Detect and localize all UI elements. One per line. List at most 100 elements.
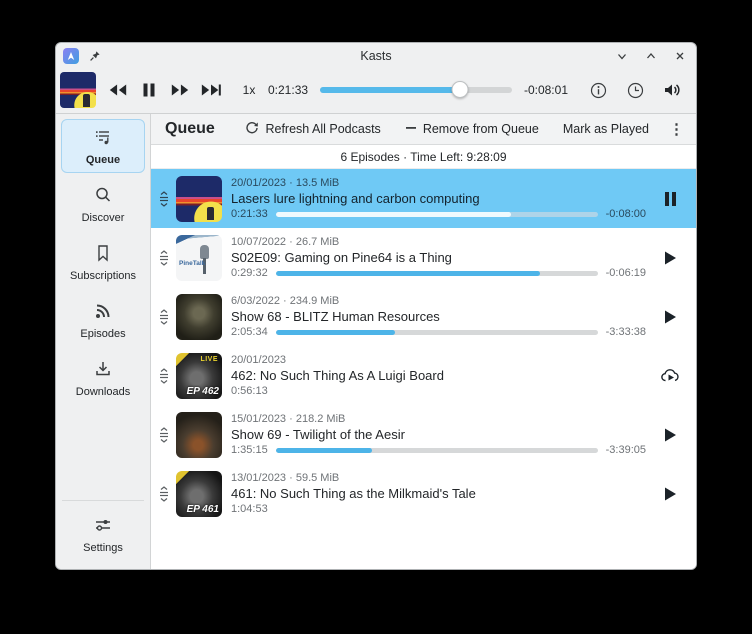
queue-page: Queue Refresh All Podcasts R — [151, 114, 696, 569]
sidebar-item-subscriptions[interactable]: Subscriptions — [61, 235, 145, 289]
episode-artwork — [176, 176, 222, 222]
play-episode-button[interactable] — [652, 427, 688, 443]
mark-as-played-button[interactable]: Mark as Played — [555, 119, 657, 139]
drag-handle-icon[interactable] — [156, 191, 172, 207]
sidebar-item-downloads[interactable]: Downloads — [61, 351, 145, 405]
page-title: Queue — [165, 120, 215, 138]
settings-icon — [93, 515, 113, 538]
pause-episode-button[interactable] — [652, 191, 688, 207]
episode-artwork: EP 461 — [176, 471, 222, 517]
episode-title: Lasers lure lightning and carbon computi… — [231, 191, 646, 206]
seek-backward-button[interactable] — [104, 76, 131, 104]
seek-forward-button[interactable] — [166, 76, 193, 104]
episode-row[interactable]: PineTalk 10/07/2022 · 26.7 MiB S02E09: G… — [151, 228, 696, 287]
skip-forward-button[interactable] — [197, 76, 224, 104]
episode-remaining: -0:06:19 — [606, 267, 646, 279]
drag-handle-icon[interactable] — [156, 250, 172, 266]
minus-icon — [405, 122, 417, 137]
volume-button[interactable] — [660, 78, 684, 102]
episode-row[interactable]: 15/01/2023 · 218.2 MiB Show 69 - Twiligh… — [151, 405, 696, 464]
app-icon — [63, 48, 79, 64]
sidebar-divider — [62, 500, 144, 501]
episode-title: S02E09: Gaming on Pine64 is a Thing — [231, 250, 646, 265]
rss-icon — [93, 301, 113, 324]
now-playing-artwork[interactable] — [60, 72, 96, 108]
sleep-timer-button[interactable] — [623, 78, 647, 102]
episode-artwork: LIVE EP 462 — [176, 353, 222, 399]
seek-slider[interactable] — [320, 81, 512, 99]
artwork-badge: EP 462 — [187, 386, 219, 397]
episode-remaining: -3:33:38 — [606, 326, 646, 338]
titlebar[interactable]: Kasts — [56, 43, 696, 69]
episode-row[interactable]: 20/01/2023 · 13.5 MiB Lasers lure lightn… — [151, 169, 696, 228]
maximize-button[interactable] — [645, 50, 657, 62]
overflow-menu-button[interactable]: ⋮ — [665, 122, 688, 137]
refresh-icon — [245, 121, 259, 138]
queue-icon — [93, 127, 113, 150]
episode-title: 462: No Such Thing As A Luigi Board — [231, 368, 646, 383]
page-header: Queue Refresh All Podcasts R — [151, 114, 696, 145]
app-window: Kasts — [55, 42, 697, 570]
episode-remaining: -0:08:00 — [606, 208, 646, 220]
drag-handle-icon[interactable] — [156, 486, 172, 502]
play-episode-button[interactable] — [652, 309, 688, 325]
episode-meta: 10/07/2022 · 26.7 MiB — [231, 236, 646, 248]
episode-meta: 20/01/2023 — [231, 354, 646, 366]
episode-meta: 6/03/2022 · 234.9 MiB — [231, 295, 646, 307]
episode-artwork — [176, 412, 222, 458]
play-episode-button[interactable] — [652, 250, 688, 266]
sidebar-item-label: Downloads — [76, 386, 130, 398]
sidebar-item-label: Discover — [82, 212, 125, 224]
episode-duration: 0:56:13 — [231, 385, 268, 397]
artwork-text: PineTalk — [179, 260, 205, 267]
episode-row[interactable]: EP 461 13/01/2023 · 59.5 MiB 461: No Suc… — [151, 464, 696, 523]
player-bar: 1x 0:21:33 -0:08:01 — [56, 69, 696, 114]
player-position: 0:21:33 — [268, 83, 308, 97]
stream-episode-button[interactable] — [652, 367, 688, 384]
seek-slider-handle[interactable] — [452, 81, 469, 98]
sidebar-item-episodes[interactable]: Episodes — [61, 293, 145, 347]
episode-position: 0:29:32 — [231, 267, 268, 279]
episode-row[interactable]: 6/03/2022 · 234.9 MiB Show 68 - BLITZ Hu… — [151, 287, 696, 346]
queue-summary: 6 Episodes · Time Left: 9:28:09 — [151, 145, 696, 169]
player-remaining: -0:08:01 — [524, 83, 568, 97]
episode-list: 20/01/2023 · 13.5 MiB Lasers lure lightn… — [151, 169, 696, 569]
artwork-badge: EP 461 — [187, 504, 219, 515]
remove-from-queue-button[interactable]: Remove from Queue — [397, 119, 547, 140]
drag-handle-icon[interactable] — [156, 309, 172, 325]
episode-progress-bar — [276, 448, 598, 453]
mark-as-played-label: Mark as Played — [563, 122, 649, 136]
sidebar-item-label: Episodes — [80, 328, 125, 340]
drag-handle-icon[interactable] — [156, 427, 172, 443]
sidebar-item-label: Settings — [83, 542, 123, 554]
episode-meta: 20/01/2023 · 13.5 MiB — [231, 177, 646, 189]
artwork-text: LIVE — [200, 356, 218, 363]
episode-progress-bar — [276, 271, 598, 276]
sidebar-item-queue[interactable]: Queue — [61, 119, 145, 173]
sidebar-item-settings[interactable]: Settings — [61, 507, 145, 561]
episode-position: 1:35:15 — [231, 444, 268, 456]
episode-duration: 1:04:53 — [231, 503, 268, 515]
refresh-all-podcasts-button[interactable]: Refresh All Podcasts — [237, 118, 388, 141]
episode-remaining: -3:39:05 — [606, 444, 646, 456]
sidebar-item-discover[interactable]: Discover — [61, 177, 145, 231]
queue-summary-text: 6 Episodes · Time Left: 9:28:09 — [340, 150, 506, 164]
refresh-all-podcasts-label: Refresh All Podcasts — [265, 122, 380, 136]
pause-button[interactable] — [135, 76, 162, 104]
search-icon — [93, 185, 113, 208]
episode-row[interactable]: LIVE EP 462 20/01/2023 462: No Such Thin… — [151, 346, 696, 405]
window-title: Kasts — [56, 49, 696, 63]
playback-speed[interactable]: 1x — [238, 83, 260, 97]
pin-icon[interactable] — [89, 50, 101, 62]
minimize-button[interactable] — [616, 50, 628, 62]
play-episode-button[interactable] — [652, 486, 688, 502]
close-button[interactable] — [674, 50, 686, 62]
episode-info-button[interactable] — [586, 78, 610, 102]
episode-title: Show 69 - Twilight of the Aesir — [231, 427, 646, 442]
episode-title: Show 68 - BLITZ Human Resources — [231, 309, 646, 324]
sidebar-item-label: Subscriptions — [70, 270, 136, 282]
episode-position: 0:21:33 — [231, 208, 268, 220]
episode-progress-bar — [276, 330, 598, 335]
episode-title: 461: No Such Thing as the Milkmaid's Tal… — [231, 486, 646, 501]
drag-handle-icon[interactable] — [156, 368, 172, 384]
